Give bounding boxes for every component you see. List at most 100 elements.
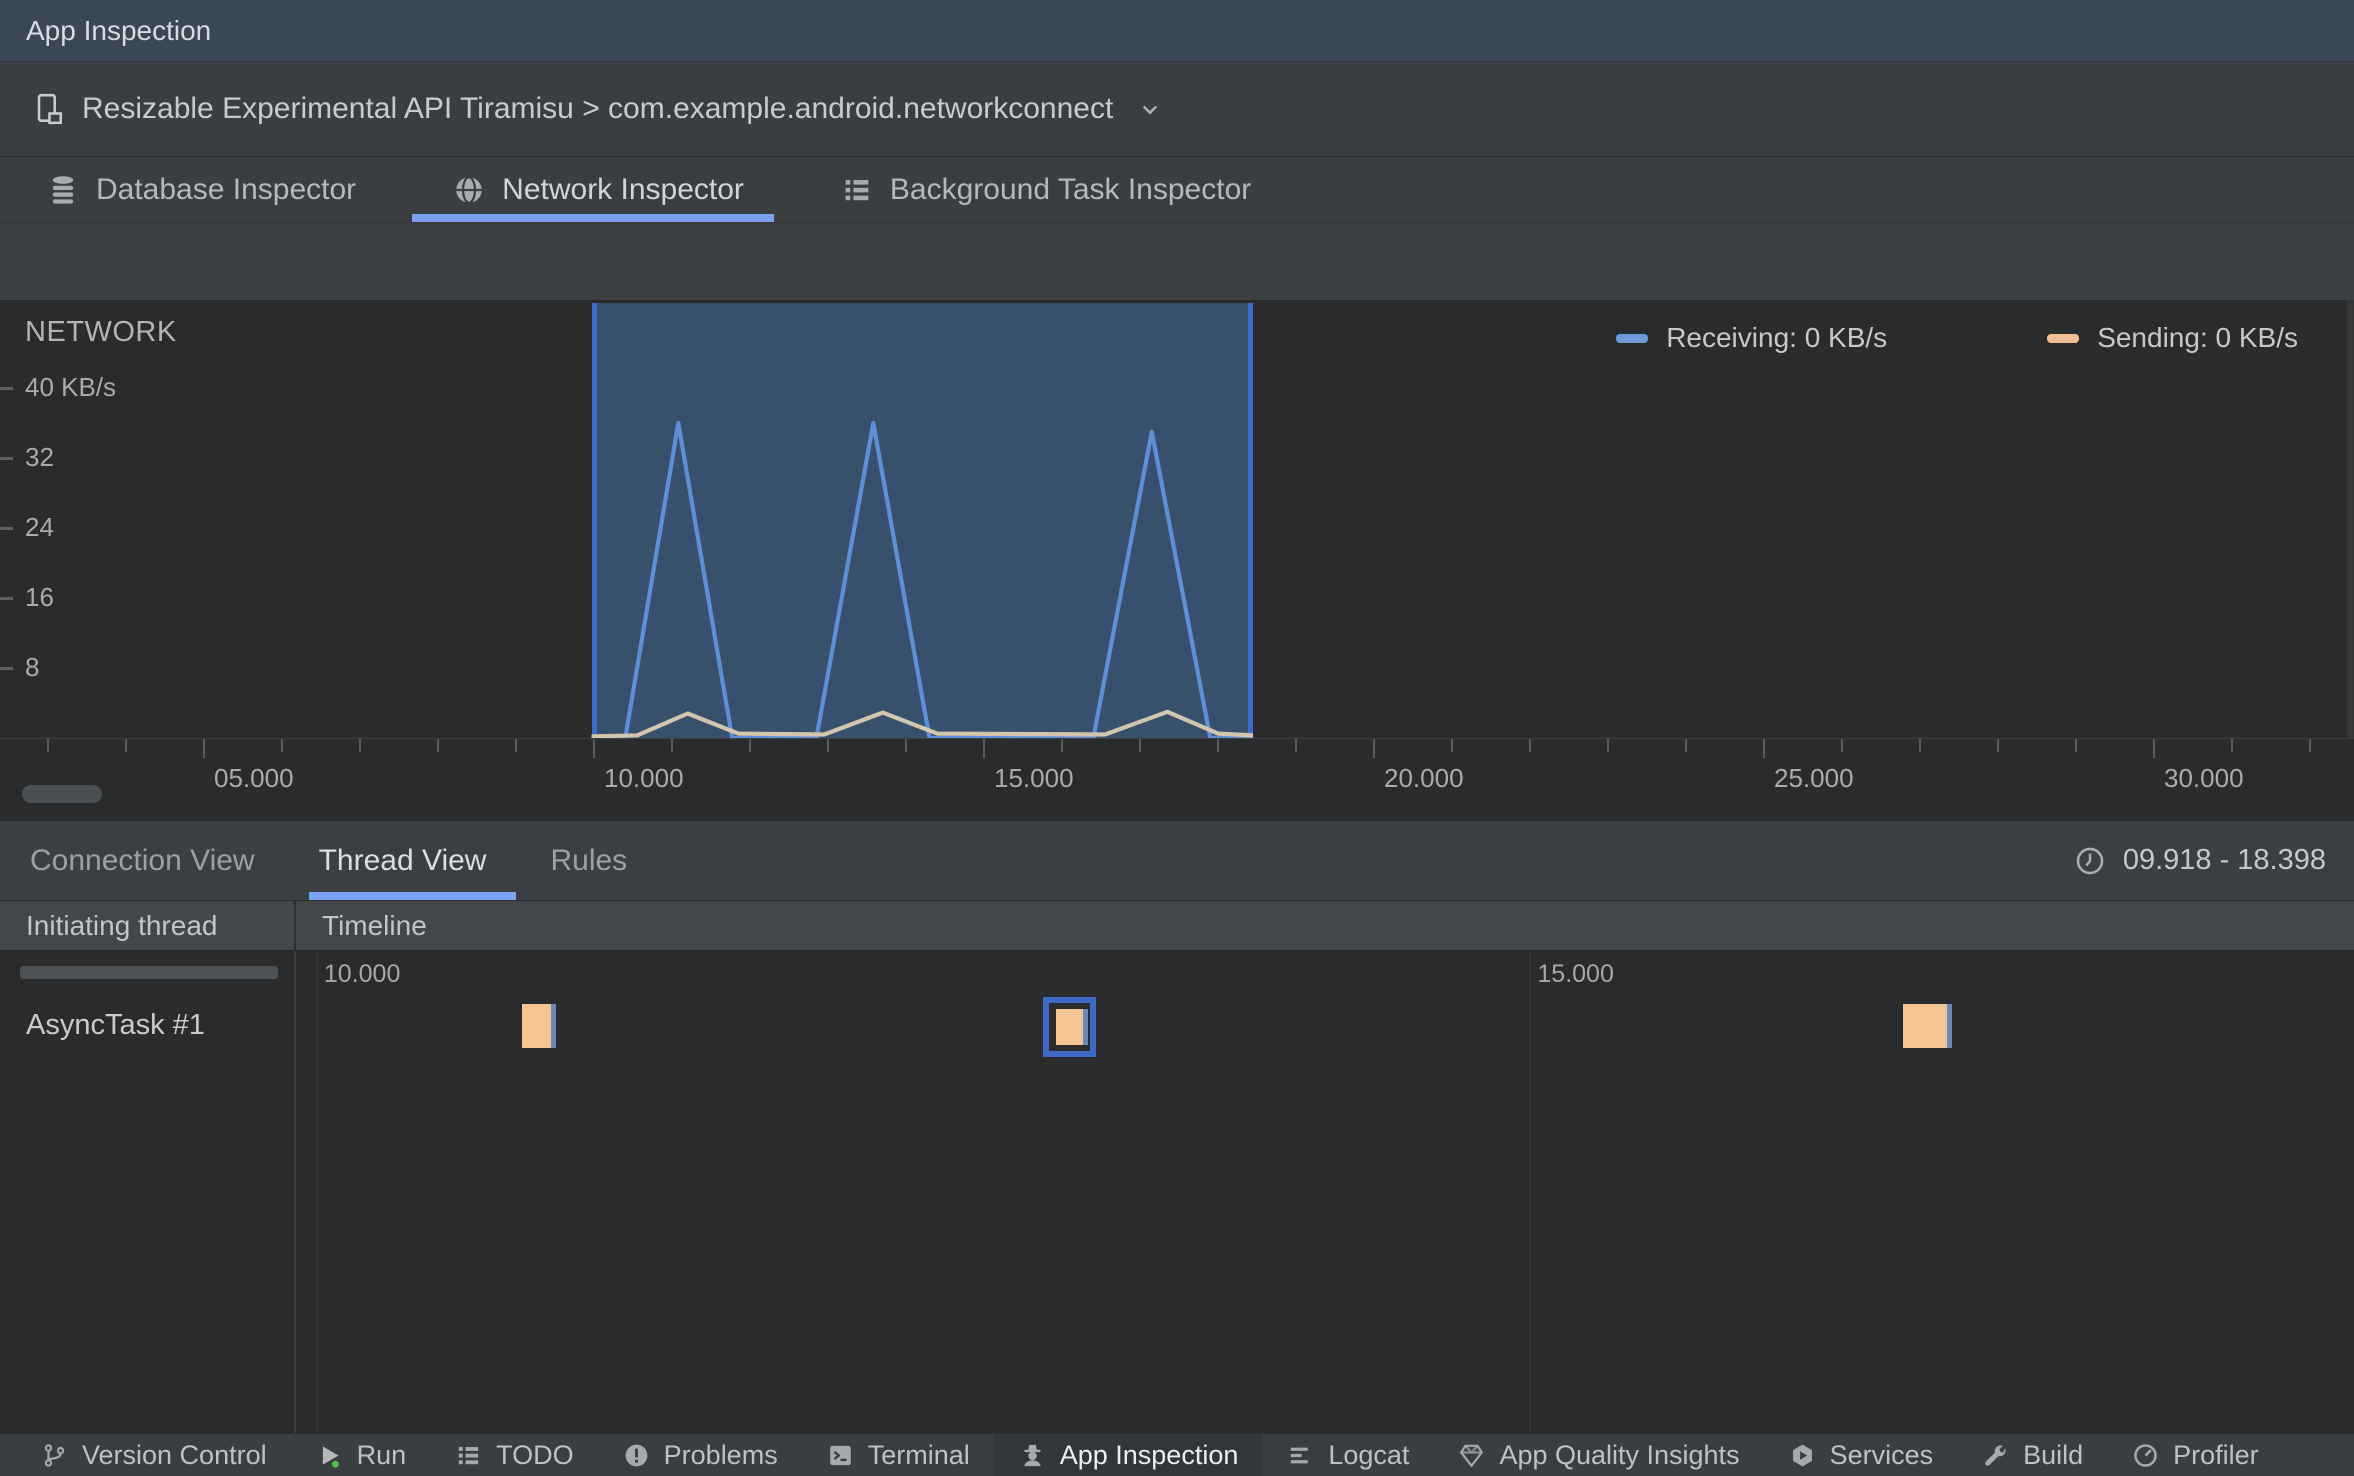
logcat-icon xyxy=(1286,1441,1315,1470)
toolwindow-button-build[interactable]: Build xyxy=(1957,1434,2107,1476)
x-axis-major-tick xyxy=(593,739,595,758)
thread-rows-area: AsyncTask #1 xyxy=(0,995,2354,1433)
network-event-block[interactable] xyxy=(522,1004,557,1048)
build-icon xyxy=(1981,1441,2010,1470)
x-axis-label: 15.000 xyxy=(994,763,1074,793)
toolwindow-button-label: Build xyxy=(2023,1439,2084,1470)
tab-network-inspector[interactable]: Network Inspector xyxy=(412,157,774,222)
x-axis-major-tick xyxy=(203,739,205,758)
view-tab-rules[interactable]: Rules xyxy=(550,821,627,900)
receiving-sliver xyxy=(551,1004,557,1048)
x-axis-label: 25.000 xyxy=(1774,763,1854,793)
run-icon xyxy=(315,1441,344,1470)
toolwindow-button-label: App Quality Insights xyxy=(1499,1439,1740,1470)
x-axis-minor-tick xyxy=(1295,739,1297,752)
x-axis-label: 10.000 xyxy=(604,763,684,793)
toolwindow-button-logcat[interactable]: Logcat xyxy=(1262,1434,1433,1476)
y-axis-label: 32 xyxy=(25,441,54,472)
selected-time-range: 09.918 - 18.398 xyxy=(2073,821,2326,900)
task-list-icon xyxy=(840,173,874,207)
toolwindow-button-terminal[interactable]: Terminal xyxy=(802,1434,994,1476)
x-axis-minor-tick xyxy=(47,739,49,752)
thread-column-scrollbar-thumb[interactable] xyxy=(20,966,278,979)
toolwindow-button-app-quality-insights[interactable]: App Quality Insights xyxy=(1433,1434,1763,1476)
y-axis-label: 40 KB/s xyxy=(25,371,117,402)
x-axis-minor-tick xyxy=(1997,739,1999,752)
view-tab-connection-view[interactable]: Connection View xyxy=(30,821,255,900)
timeline-gridline xyxy=(315,995,318,1433)
x-axis-label: 20.000 xyxy=(1384,763,1464,793)
app-inspection-tool-window: App Inspection Resizable Experimental AP… xyxy=(0,0,2354,1476)
view-tab-thread-view[interactable]: Thread View xyxy=(308,821,517,900)
x-axis-major-tick xyxy=(983,739,985,758)
x-axis-minor-tick xyxy=(749,739,751,752)
x-axis-minor-tick xyxy=(281,739,283,752)
network-usage-chart[interactable]: NETWORK Receiving: 0 KB/s Sending: 0 KB/s… xyxy=(0,300,2354,738)
app-inspection-icon xyxy=(1018,1441,1047,1470)
version-control-icon xyxy=(40,1441,69,1470)
services-icon xyxy=(1788,1441,1817,1470)
device-icon xyxy=(30,91,66,127)
column-divider[interactable] xyxy=(294,995,296,1433)
y-axis-tick xyxy=(0,597,13,600)
device-process-label: Resizable Experimental API Tiramisu > co… xyxy=(82,92,1114,125)
timeline-gridline xyxy=(1529,995,1532,1433)
network-event-block[interactable] xyxy=(1056,1009,1088,1045)
x-axis-minor-tick xyxy=(359,739,361,752)
toolwindow-button-problems[interactable]: Problems xyxy=(598,1434,802,1476)
network-event-block[interactable] xyxy=(1903,1004,1952,1048)
selected-network-event[interactable] xyxy=(1043,997,1096,1057)
chart-x-axis: 05.000 10.000 15.000 20.000 25.000 30.000 xyxy=(0,738,2354,820)
tab-background-task-inspector[interactable]: Background Task Inspector xyxy=(840,157,1251,222)
x-axis-minor-tick xyxy=(1139,739,1141,752)
tab-label: Database Inspector xyxy=(96,172,357,206)
x-axis-minor-tick xyxy=(125,739,127,752)
x-axis-minor-tick xyxy=(1607,739,1609,752)
toolwindow-button-label: TODO xyxy=(496,1439,574,1470)
toolwindow-button-label: Run xyxy=(356,1439,407,1470)
x-axis-minor-tick xyxy=(2075,739,2077,752)
device-process-selector[interactable]: Resizable Experimental API Tiramisu > co… xyxy=(0,62,2354,157)
network-series-lines xyxy=(591,420,1254,738)
timeline-ruler: 10.000 15.000 xyxy=(0,950,2354,995)
x-axis-major-tick xyxy=(1373,739,1375,758)
toolwindow-button-services[interactable]: Services xyxy=(1764,1434,1958,1476)
thread-row-label[interactable]: AsyncTask #1 xyxy=(26,1009,205,1042)
timeline-gridline xyxy=(1529,951,1532,995)
terminal-icon xyxy=(826,1441,855,1470)
toolwindow-button-label: Terminal xyxy=(867,1439,970,1470)
horizontal-scrollbar-thumb[interactable] xyxy=(22,785,102,803)
x-axis-minor-tick xyxy=(437,739,439,752)
column-divider[interactable] xyxy=(294,951,296,995)
chevron-down-icon xyxy=(1129,94,1165,124)
tab-database-inspector[interactable]: Database Inspector xyxy=(46,157,356,222)
toolwindow-button-version-control[interactable]: Version Control xyxy=(16,1434,291,1476)
todo-icon xyxy=(454,1441,483,1470)
toolwindow-button-app-inspection[interactable]: App Inspection xyxy=(993,1434,1263,1476)
y-axis-tick xyxy=(0,457,13,460)
y-axis-label: 16 xyxy=(25,581,54,612)
x-axis-minor-tick xyxy=(905,739,907,752)
x-axis-minor-tick xyxy=(827,739,829,752)
y-axis-tick xyxy=(0,387,13,390)
y-axis-tick xyxy=(0,667,13,670)
tab-label: Background Task Inspector xyxy=(889,172,1252,206)
toolwindow-button-run[interactable]: Run xyxy=(291,1434,431,1476)
tool-window-title: App Inspection xyxy=(26,14,212,46)
x-axis-minor-tick xyxy=(1061,739,1063,752)
column-header-initiating-thread: Initiating thread xyxy=(0,901,296,950)
toolwindow-button-label: App Inspection xyxy=(1059,1439,1239,1470)
timeline-gridline xyxy=(315,951,318,995)
time-range-label: 09.918 - 18.398 xyxy=(2122,844,2326,876)
x-axis-minor-tick xyxy=(1529,739,1531,752)
toolwindow-button-profiler[interactable]: Profiler xyxy=(2107,1434,2283,1476)
toolwindow-button-todo[interactable]: TODO xyxy=(430,1434,598,1476)
x-axis-minor-tick xyxy=(1919,739,1921,752)
column-header-timeline: Timeline xyxy=(322,909,427,941)
timeline-ruler-label: 15.000 xyxy=(1537,960,1614,988)
x-axis-minor-tick xyxy=(671,739,673,752)
x-axis-minor-tick xyxy=(515,739,517,752)
y-axis-label: 8 xyxy=(25,651,40,682)
x-axis-label: 30.000 xyxy=(2164,763,2244,793)
x-axis-label: 05.000 xyxy=(214,763,294,793)
